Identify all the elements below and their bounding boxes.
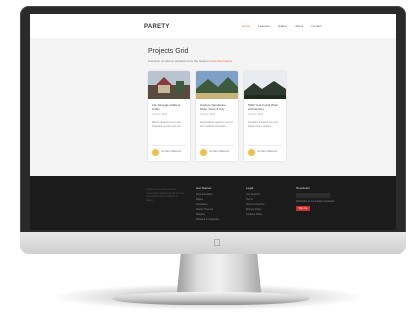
card-excerpt: Curabitur tincidunt nisi quis ligula orn… (248, 121, 279, 128)
footer-link[interactable]: Release & Upgrades (196, 218, 219, 221)
card-title[interactable]: Life Struggle Gathers Cabin (152, 103, 186, 111)
nav-link-home[interactable]: Home (242, 24, 250, 28)
nav-link-contact[interactable]: Contact (311, 24, 321, 28)
project-thumbnail[interactable] (244, 71, 286, 99)
card-footer: Jennifer Patterson (152, 145, 186, 158)
project-thumbnail[interactable] (196, 71, 238, 99)
site-footer: Lorem ipsum dolor sit amet, consectetur … (30, 176, 396, 230)
card-footer: Jennifer Patterson (200, 145, 234, 158)
card-date: October 2014 (248, 113, 264, 116)
card-footer: Jennifer Patterson (248, 145, 282, 158)
top-nav: PARETY Home Features Gallery About Conta… (30, 14, 396, 38)
nav-link-features[interactable]: Features (258, 24, 270, 28)
subtitle-text: A section of various products from the N… (148, 59, 210, 63)
footer-link[interactable]: Terms (246, 198, 265, 201)
footer-col-get-started: Get Started Documentation Pages Template… (196, 186, 219, 223)
card-author: Jennifer Patterson (209, 150, 230, 153)
website-screen: PARETY Home Features Gallery About Conta… (30, 14, 396, 230)
signup-button[interactable]: Sign Up (296, 206, 310, 211)
project-card[interactable]: Life Struggle Gathers Cabin October 2014… (148, 71, 190, 161)
project-card[interactable]: 5000 Year Fossil Work Architecture Octob… (244, 71, 286, 161)
card-title[interactable]: Capture Sandstone Natur Voice & City (200, 103, 234, 111)
nav-link-gallery[interactable]: Gallery (278, 24, 288, 28)
nav-link-about[interactable]: About (295, 24, 303, 28)
footer-col-legal: Legal Our Support Terms Terms of Service… (246, 186, 265, 218)
site-logo[interactable]: PARETY (144, 24, 170, 30)
newsletter-checkbox-label[interactable]: Subscribe to our weekly newsletter (296, 200, 335, 203)
avatar (200, 149, 207, 156)
card-author: Jennifer Patterson (257, 150, 278, 153)
card-title[interactable]: 5000 Year Fossil Work Architecture (248, 103, 282, 111)
footer-link[interactable]: Our Support (246, 193, 265, 196)
avatar (248, 149, 255, 156)
card-excerpt: Suspendisse egestas nunc id sem vehicula… (200, 121, 233, 128)
card-excerpt: Mauris pharetra nunc quis bibendum aucto… (152, 121, 182, 128)
footer-link[interactable]: Templates (196, 203, 219, 206)
nav-links: Home Features Gallery About Contact (242, 24, 322, 28)
footer-link[interactable]: Starter Themes (196, 208, 219, 211)
footer-heading: Newsletter (296, 186, 311, 190)
card-date: October 2014 (200, 113, 216, 116)
page-title: Projects Grid (148, 48, 189, 55)
footer-link[interactable]: Cookies Policy (246, 213, 265, 216)
avatar (152, 149, 159, 156)
footer-link[interactable]: Widgets (196, 213, 219, 216)
newsletter-email-input[interactable] (296, 193, 330, 198)
footer-heading: Legal (246, 186, 254, 190)
footer-link[interactable]: Pages (196, 198, 219, 201)
subtitle-link[interactable]: View all projects (210, 59, 232, 63)
monitor-stand-base (112, 292, 310, 305)
footer-link[interactable]: Terms of Service (246, 203, 265, 206)
footer-heading: Get Started (196, 186, 212, 190)
card-author: Jennifer Patterson (161, 150, 182, 153)
project-card[interactable]: Capture Sandstone Natur Voice & City Oct… (196, 71, 238, 161)
project-thumbnail[interactable] (148, 71, 190, 99)
apple-logo-icon:  (212, 238, 222, 249)
footer-link[interactable]: Documentation (196, 193, 219, 196)
footer-about: Lorem ipsum dolor sit amet, consectetur … (146, 188, 184, 202)
footer-col-newsletter: Newsletter Subscribe to our weekly newsl… (296, 186, 335, 211)
card-date: October 2014 (152, 113, 168, 116)
footer-link[interactable]: Privacy Policy (246, 208, 265, 211)
page-subtitle: A section of various products from the N… (148, 59, 308, 63)
